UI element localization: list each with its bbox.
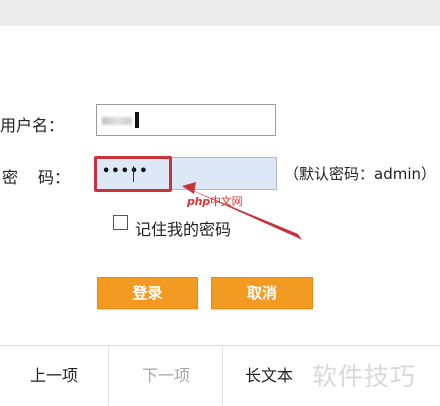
text-cursor	[135, 112, 139, 128]
password-label-part2: 码：	[38, 168, 71, 187]
username-label: 用户名：	[0, 116, 65, 135]
password-label: 密码：	[2, 164, 70, 188]
arrow-head	[182, 182, 196, 194]
top-bar	[0, 0, 440, 26]
cancel-button[interactable]: 取消	[211, 277, 313, 309]
nav-divider	[222, 346, 223, 406]
username-input[interactable]	[96, 104, 276, 136]
login-button[interactable]: 登录	[97, 277, 198, 309]
password-highlight-box	[94, 156, 172, 192]
remember-password-checkbox[interactable]	[113, 215, 128, 230]
long-text-button[interactable]: 长文本	[224, 346, 314, 406]
remember-password-label[interactable]: 记住我的密码	[135, 216, 231, 240]
next-item-button[interactable]: 下一项	[110, 346, 222, 406]
username-value-redacted	[102, 117, 132, 125]
previous-item-button[interactable]: 上一项	[0, 346, 108, 406]
password-label-part1: 密	[2, 168, 19, 187]
nav-divider	[108, 346, 109, 406]
site-watermark: 软件技巧	[312, 362, 417, 391]
